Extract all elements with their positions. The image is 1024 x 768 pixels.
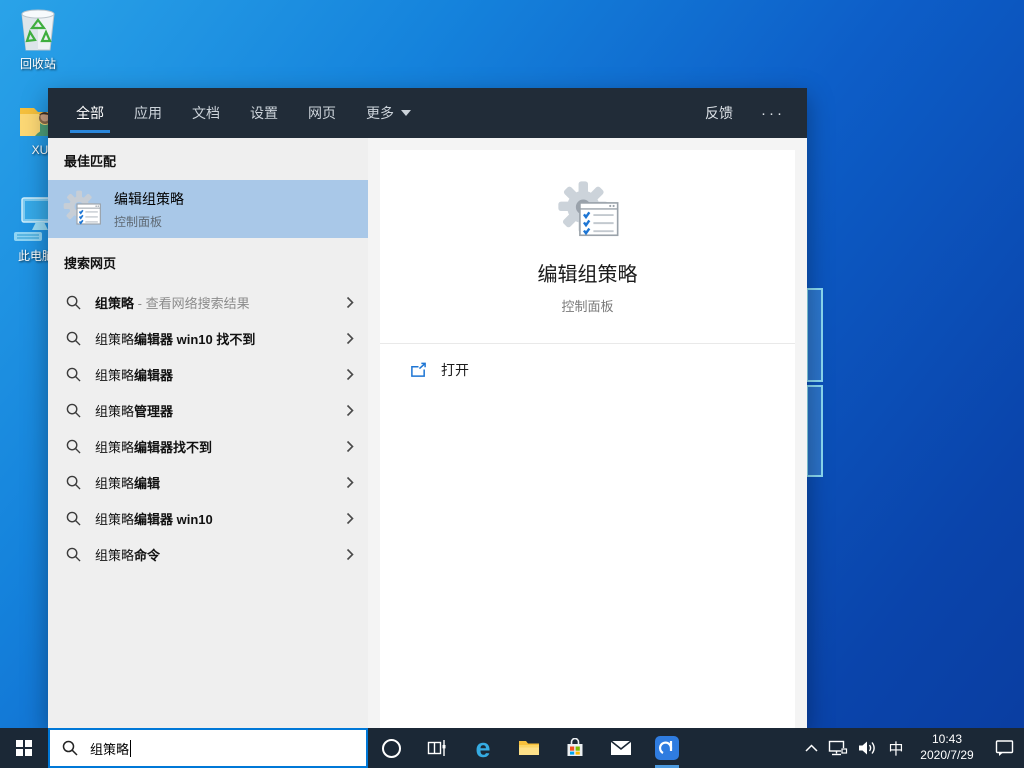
- best-match-header: 最佳匹配: [64, 154, 117, 169]
- best-match-title: 编辑组策略: [114, 190, 184, 207]
- chevron-right-icon: [346, 440, 354, 452]
- action-center-button[interactable]: [984, 728, 1024, 768]
- search-icon: [66, 295, 81, 310]
- chevron-right-icon: [346, 368, 354, 380]
- search-detail-pane: 编辑组策略 控制面板 打开: [368, 138, 807, 728]
- clock-date: 2020/7/29: [920, 748, 974, 762]
- store-button[interactable]: [552, 728, 598, 768]
- mail-icon: [610, 740, 632, 755]
- chevron-down-icon: [401, 110, 411, 116]
- tab-apps[interactable]: 应用: [134, 88, 162, 138]
- web-suggestion-row[interactable]: 组策略命令: [48, 536, 368, 572]
- chevron-right-icon: [346, 404, 354, 416]
- desktop-icon-label: XU: [31, 143, 49, 157]
- tray-overflow-button[interactable]: [798, 728, 824, 768]
- open-external-icon: [411, 362, 426, 377]
- volume-button[interactable]: [852, 728, 882, 768]
- search-icon: [62, 740, 78, 756]
- tab-more-label: 更多: [366, 105, 394, 121]
- tab-documents[interactable]: 文档: [192, 88, 220, 138]
- search-results-list: 最佳匹配 编辑组策略 控制面板 搜索网页 组策略 - 查看网络搜索结果 组策略编…: [48, 138, 368, 728]
- mail-button[interactable]: [598, 728, 644, 768]
- search-icon: [66, 475, 81, 490]
- tab-settings[interactable]: 设置: [250, 88, 278, 138]
- web-suggestion-row[interactable]: 组策略管理器: [48, 392, 368, 428]
- detail-subtitle: 控制面板: [561, 299, 614, 314]
- tab-more[interactable]: 更多: [366, 88, 411, 138]
- web-suggestion-row[interactable]: 组策略编辑器 win10 找不到: [48, 320, 368, 356]
- start-button[interactable]: [0, 728, 48, 768]
- chevron-right-icon: [346, 332, 354, 344]
- chevron-right-icon: [346, 476, 354, 488]
- notification-icon: [995, 740, 1013, 756]
- desktop-icon-label: 回收站: [19, 57, 56, 71]
- best-match-item[interactable]: 编辑组策略 控制面板: [48, 180, 368, 238]
- pinned-app-button[interactable]: [644, 728, 690, 768]
- open-action[interactable]: 打开: [380, 344, 795, 396]
- edge-icon: e: [475, 732, 491, 763]
- web-suggestion-row[interactable]: 组策略编辑器: [48, 356, 368, 392]
- feedback-button[interactable]: 反馈: [705, 103, 733, 123]
- tab-all[interactable]: 全部: [70, 88, 110, 138]
- best-match-subtitle: 控制面板: [114, 214, 163, 229]
- open-label: 打开: [441, 362, 469, 378]
- search-filter-bar: 全部 应用 文档 设置 网页 更多 反馈 ···: [48, 88, 807, 138]
- chevron-right-icon: [346, 548, 354, 560]
- search-flyout-panel: 全部 应用 文档 设置 网页 更多 反馈 ··· 最佳匹配 编辑组策略 控制面板…: [48, 88, 807, 728]
- file-explorer-icon: [519, 741, 539, 755]
- search-icon: [66, 403, 81, 418]
- group-policy-icon-large: [557, 181, 618, 237]
- clock[interactable]: 10:43 2020/7/29: [910, 732, 984, 763]
- web-suggestion-row[interactable]: 组策略编辑: [48, 464, 368, 500]
- network-button[interactable]: [824, 728, 852, 768]
- more-options-button[interactable]: ···: [761, 105, 785, 122]
- desktop: 回收站 XU 此电脑 全部 应用 文档 设置 网页 更多 反馈 ··· 最佳匹配…: [0, 0, 1024, 768]
- search-icon: [66, 367, 81, 382]
- desktop-icon-recycle-bin[interactable]: 回收站: [8, 6, 68, 72]
- search-query-text: 组策略: [90, 741, 130, 757]
- task-view-icon: [427, 740, 446, 756]
- web-suggestion-row[interactable]: 组策略编辑器 win10: [48, 500, 368, 536]
- search-icon: [66, 511, 81, 526]
- wallpaper-logo-fragment: [806, 288, 823, 477]
- web-suggestion-row[interactable]: 组策略编辑器找不到: [48, 428, 368, 464]
- web-suggestion-row[interactable]: 组策略 - 查看网络搜索结果: [48, 284, 368, 320]
- cortana-icon: [381, 738, 401, 758]
- detail-card: 编辑组策略 控制面板 打开: [380, 150, 795, 728]
- recycle-bin-icon: [21, 9, 55, 51]
- tab-web[interactable]: 网页: [308, 88, 336, 138]
- ethernet-network-icon: [828, 740, 848, 755]
- system-tray: 中 10:43 2020/7/29: [798, 728, 1024, 768]
- search-web-header: 搜索网页: [64, 256, 117, 271]
- taskbar: 组策略 e 中 10:43 2020/7/29: [0, 728, 1024, 768]
- chevron-right-icon: [346, 296, 354, 308]
- file-explorer-button[interactable]: [506, 728, 552, 768]
- search-icon: [66, 331, 81, 346]
- edge-button[interactable]: e: [460, 728, 506, 768]
- store-icon: [567, 738, 583, 756]
- windows-logo-icon: [16, 740, 32, 756]
- pinned-app-icon: [655, 736, 679, 760]
- group-policy-icon: [63, 190, 101, 225]
- cortana-button[interactable]: [368, 728, 414, 768]
- text-cursor: [130, 739, 132, 757]
- task-view-button[interactable]: [414, 728, 460, 768]
- search-tabs: 全部 应用 文档 设置 网页 更多: [70, 88, 411, 138]
- taskbar-search-box[interactable]: 组策略: [48, 728, 368, 768]
- chevron-right-icon: [346, 512, 354, 524]
- ime-indicator[interactable]: 中: [882, 728, 910, 768]
- chevron-up-icon: [804, 744, 818, 752]
- speaker-icon: [858, 741, 875, 755]
- search-icon: [66, 547, 81, 562]
- detail-title: 编辑组策略: [537, 264, 638, 286]
- search-icon: [66, 439, 81, 454]
- clock-time: 10:43: [931, 732, 963, 747]
